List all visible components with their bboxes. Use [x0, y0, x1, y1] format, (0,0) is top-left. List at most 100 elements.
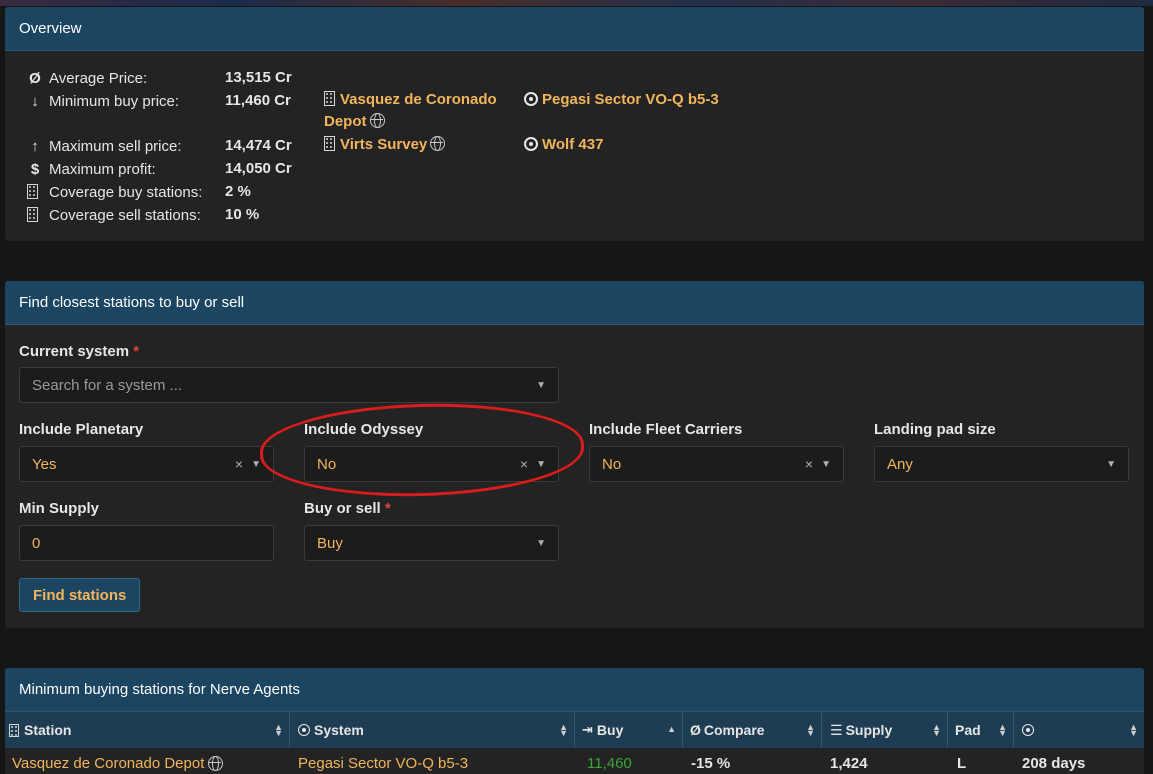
column-pad[interactable]: Pad ▲ ▼: [948, 712, 1014, 748]
finder-header: Find closest stations to buy or sell: [5, 281, 1144, 325]
stat-average-price: Ø Average Price:: [25, 68, 147, 88]
include-planetary-select[interactable]: Yes × ▼: [19, 446, 274, 482]
average-icon: Ø: [29, 69, 41, 87]
overview-panel: Overview Ø Average Price: 13,515 Cr ↓ Mi…: [5, 7, 1144, 241]
stat-value: 13,515 Cr: [225, 69, 292, 86]
required-mark: *: [384, 500, 391, 517]
min-buy-system-link[interactable]: Pegasi Sector VO-Q b5-3: [524, 89, 719, 111]
chevron-down-icon: ▼: [536, 458, 546, 470]
buy-price-cell: 11,460: [587, 754, 632, 772]
buy-sell-label: Buy or sell *: [304, 500, 391, 517]
results-header: Minimum buying stations for Nerve Agents: [5, 668, 1144, 712]
buy-sell-value: Buy: [317, 534, 343, 552]
clear-icon[interactable]: ×: [235, 456, 243, 472]
sort-icon: ▲ ▼: [1129, 722, 1138, 738]
stat-coverage-buy: Coverage buy stations:: [25, 182, 202, 202]
include-planetary-label: Include Planetary: [19, 421, 144, 438]
stat-label: Coverage sell stations:: [49, 206, 201, 224]
target-icon: [298, 724, 310, 736]
building-icon: [27, 206, 38, 222]
max-sell-system-link[interactable]: Wolf 437: [524, 134, 603, 156]
chevron-down-icon: ▼: [251, 458, 261, 470]
target-icon: [524, 137, 538, 151]
stat-value: 14,050 Cr: [225, 160, 292, 177]
clear-icon[interactable]: ×: [805, 456, 813, 472]
overview-title: Overview: [19, 20, 82, 37]
include-odyssey-value: No: [317, 455, 337, 473]
table-header: Station ▲ ▼ System ▲ ▼ ⇥ Buy ▲ Ø Compare ▲…: [5, 712, 1144, 748]
age-cell: 208 days: [1022, 754, 1086, 772]
target-icon: [524, 92, 538, 106]
table-row: Vasquez de Coronado Depot Pegasi Sector …: [5, 748, 1144, 774]
chevron-down-icon: ▼: [536, 537, 546, 549]
stat-maximum-sell-price: ↑ Maximum sell price:: [25, 136, 182, 156]
results-title: Minimum buying stations for Nerve Agents: [19, 681, 300, 698]
sort-icon: ▲ ▼: [559, 722, 568, 738]
include-planetary-value: Yes: [32, 455, 57, 473]
landing-pad-select[interactable]: Any ▼: [874, 446, 1129, 482]
system-link[interactable]: Pegasi Sector VO-Q b5-3: [290, 748, 575, 774]
stat-label: Average Price:: [49, 69, 148, 87]
stat-value: 2 %: [225, 183, 251, 200]
globe-icon: [369, 113, 385, 128]
current-system-placeholder: Search for a system ...: [32, 376, 183, 394]
sort-ascending-icon: ▲: [667, 724, 676, 734]
finder-panel: Find closest stations to buy or sell Cur…: [5, 281, 1144, 628]
stat-label: Maximum profit:: [49, 160, 156, 178]
stat-minimum-buy-price: ↓ Minimum buy price:: [25, 91, 179, 111]
include-fleet-value: No: [602, 455, 622, 473]
background-strip: [0, 0, 1153, 6]
landing-pad-value: Any: [887, 455, 913, 473]
include-fleet-select[interactable]: No × ▼: [589, 446, 844, 482]
include-fleet-label: Include Fleet Carriers: [589, 421, 743, 438]
min-supply-value: 0: [32, 534, 41, 552]
globe-icon: [208, 755, 224, 771]
chevron-down-icon: ▼: [1106, 458, 1116, 470]
arrow-down-icon: ↓: [31, 92, 39, 110]
clock-icon: [1022, 724, 1034, 736]
chevron-down-icon: ▼: [821, 458, 831, 470]
include-odyssey-select[interactable]: No × ▼: [304, 446, 559, 482]
min-supply-label: Min Supply: [19, 500, 99, 517]
find-stations-button[interactable]: Find stations: [19, 578, 141, 612]
sort-icon: ▲ ▼: [274, 722, 283, 738]
column-system[interactable]: System ▲ ▼: [290, 712, 575, 748]
min-buy-station-link[interactable]: Vasquez de Coronado Depot: [324, 89, 497, 133]
column-compare[interactable]: Ø Compare ▲ ▼: [683, 712, 822, 748]
min-supply-input[interactable]: 0: [19, 525, 274, 561]
pad-cell: L: [957, 754, 967, 772]
stat-coverage-sell: Coverage sell stations:: [25, 205, 201, 225]
required-mark: *: [133, 343, 140, 360]
sign-in-icon: ⇥: [582, 722, 593, 737]
buy-sell-select[interactable]: Buy ▼: [304, 525, 559, 561]
chevron-down-icon: ▼: [536, 379, 546, 391]
compare-cell: -15 %: [691, 754, 731, 772]
overview-header: Overview: [5, 7, 1144, 51]
column-station[interactable]: Station ▲ ▼: [5, 712, 290, 748]
stat-value: 14,474 Cr: [225, 137, 292, 154]
dollar-icon: $: [30, 160, 40, 178]
current-system-select[interactable]: Search for a system ... ▼: [19, 367, 559, 403]
clear-icon[interactable]: ×: [520, 456, 528, 472]
sort-icon: ▲ ▼: [998, 722, 1007, 738]
stat-maximum-profit: $ Maximum profit:: [25, 159, 156, 179]
column-buy[interactable]: ⇥ Buy ▲: [575, 712, 683, 748]
sort-icon: ▲ ▼: [806, 722, 815, 738]
station-link[interactable]: Vasquez de Coronado Depot: [5, 748, 290, 774]
arrow-up-icon: ↑: [31, 137, 39, 155]
column-supply[interactable]: ☰ Supply ▲ ▼: [822, 712, 948, 748]
column-age[interactable]: ▲ ▼: [1014, 712, 1144, 748]
stat-label: Minimum buy price:: [49, 92, 180, 110]
supply-cell: 1,424: [830, 754, 868, 772]
max-sell-station-link[interactable]: Virts Survey: [324, 134, 446, 156]
current-system-label: Current system *: [19, 343, 140, 360]
building-icon: [324, 136, 335, 151]
stat-label: Maximum sell price:: [49, 137, 182, 155]
landing-pad-label: Landing pad size: [874, 421, 996, 438]
stat-value: 11,460 Cr: [225, 92, 291, 109]
building-icon: [324, 91, 335, 106]
building-icon: [27, 183, 38, 199]
sort-icon: ▲ ▼: [932, 722, 941, 738]
stat-label: Coverage buy stations:: [49, 183, 203, 201]
finder-title: Find closest stations to buy or sell: [19, 294, 245, 311]
